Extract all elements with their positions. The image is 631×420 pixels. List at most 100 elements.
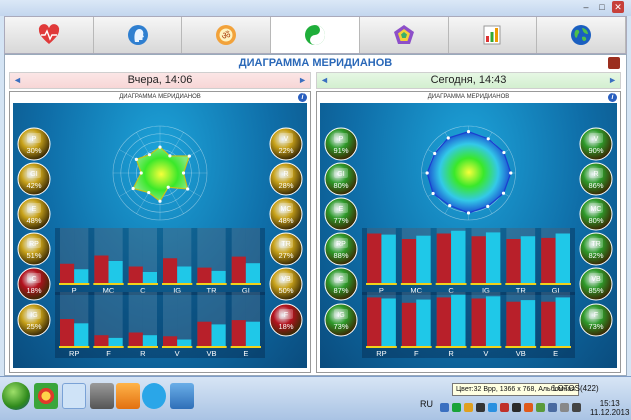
tray-icon[interactable] bbox=[452, 403, 461, 412]
chrome-icon[interactable] bbox=[34, 383, 58, 409]
tab-om[interactable]: ॐ bbox=[182, 17, 272, 53]
minimize-button[interactable]: – bbox=[580, 1, 592, 13]
radar-point bbox=[509, 171, 513, 175]
bar-left-value bbox=[541, 237, 556, 283]
bar-baseline bbox=[196, 283, 227, 285]
meridian-badge-ig[interactable]: IG 25% bbox=[17, 303, 51, 337]
tray-icon[interactable] bbox=[476, 403, 485, 412]
bar-left-value bbox=[60, 319, 75, 346]
bar-right-value bbox=[451, 294, 466, 346]
clock-time: 15:13 bbox=[599, 399, 620, 408]
tab-heart[interactable] bbox=[5, 17, 94, 53]
language-indicator[interactable]: RU bbox=[420, 399, 433, 409]
meridian-badge-label: F bbox=[284, 312, 288, 319]
arrow-right-icon[interactable]: ► bbox=[298, 73, 307, 88]
tray-icon[interactable] bbox=[488, 403, 497, 412]
bar-left-value bbox=[436, 233, 452, 283]
meridian-badge-v[interactable]: V 22% bbox=[269, 127, 303, 161]
meridian-badge-tr[interactable]: TR 82% bbox=[579, 232, 613, 266]
bar-baseline bbox=[230, 283, 261, 285]
close-button[interactable]: ✕ bbox=[612, 1, 624, 13]
info-icon[interactable]: i bbox=[608, 93, 617, 102]
tray-icon[interactable] bbox=[512, 403, 521, 412]
meridian-badge-p[interactable]: P 91% bbox=[324, 127, 358, 161]
book-icon[interactable] bbox=[608, 57, 620, 69]
start-button[interactable] bbox=[2, 382, 30, 410]
tab-chart[interactable] bbox=[449, 17, 538, 53]
tray-icon[interactable] bbox=[500, 403, 509, 412]
meridian-badge-gi[interactable]: GI 80% bbox=[324, 162, 358, 196]
skype-icon[interactable] bbox=[142, 383, 166, 409]
meridian-badge-vb[interactable]: VB 85% bbox=[579, 267, 613, 301]
tab-globe[interactable] bbox=[537, 17, 627, 53]
bar-right-value bbox=[177, 266, 192, 283]
meridian-badge-r[interactable]: R 28% bbox=[269, 162, 303, 196]
bar-left-value bbox=[506, 301, 521, 346]
meridian-badge-v[interactable]: V 90% bbox=[579, 127, 613, 161]
meridian-badge-rp[interactable]: RP 51% bbox=[17, 232, 51, 266]
bar-right-value bbox=[177, 339, 192, 346]
meridian-chart: P 30% GI 42% E 48% RP 51% C 18% IG 25% V 22% R 28% MC 48%… bbox=[17, 125, 303, 358]
device-app-icon[interactable] bbox=[90, 383, 114, 409]
meridian-badge-disc bbox=[324, 232, 358, 266]
bar-baseline bbox=[196, 346, 227, 348]
head-profile-icon bbox=[127, 25, 148, 45]
maximize-button[interactable]: □ bbox=[596, 1, 608, 13]
bar-right-value bbox=[108, 261, 123, 283]
meridian-badge-disc bbox=[324, 127, 358, 161]
meridian-badge-r[interactable]: R 86% bbox=[579, 162, 613, 196]
info-icon[interactable]: i bbox=[298, 93, 307, 102]
bar-right-value bbox=[416, 299, 431, 346]
meridian-badge-c[interactable]: C 87% bbox=[324, 267, 358, 301]
meridian-badge-f[interactable]: F 18% bbox=[269, 303, 303, 337]
meridian-badge-c[interactable]: C 18% bbox=[17, 267, 51, 301]
meridian-diagram-window: ДИАГРАММА МЕРИДИАНОВ ◄ Вчера, 14:06 ► ◄ … bbox=[4, 54, 627, 376]
globe-app-icon[interactable] bbox=[62, 383, 86, 409]
bar-label: VB bbox=[206, 349, 216, 358]
tray-icon[interactable] bbox=[440, 403, 449, 412]
tray-icon[interactable] bbox=[464, 403, 473, 412]
meridian-badge-gi[interactable]: GI 42% bbox=[17, 162, 51, 196]
meridian-badge-vb[interactable]: VB 50% bbox=[269, 267, 303, 301]
bar-baseline bbox=[435, 346, 467, 348]
tab-meridians[interactable] bbox=[271, 17, 360, 53]
meridian-badge-disc bbox=[324, 162, 358, 196]
tray-icon[interactable] bbox=[560, 403, 569, 412]
bar-baseline bbox=[127, 346, 158, 348]
tab-pentagon[interactable] bbox=[360, 17, 449, 53]
meridian-badge-ig[interactable]: IG 73% bbox=[324, 303, 358, 337]
meridian-badge-tr[interactable]: TR 27% bbox=[269, 232, 303, 266]
svg-text:ॐ: ॐ bbox=[222, 30, 231, 42]
tray-icon[interactable] bbox=[536, 403, 545, 412]
meridian-badge-disc bbox=[269, 162, 303, 196]
arrow-left-icon[interactable]: ◄ bbox=[320, 73, 329, 88]
meridian-badge-disc bbox=[17, 303, 51, 337]
meridian-badge-value: 73% bbox=[333, 322, 348, 331]
tray-icon[interactable] bbox=[548, 403, 557, 412]
radar-point bbox=[466, 211, 471, 215]
meridian-badge-f[interactable]: F 73% bbox=[579, 303, 613, 337]
meridian-badge-e[interactable]: E 77% bbox=[324, 197, 358, 231]
bar-baseline bbox=[400, 283, 432, 285]
arrow-right-icon[interactable]: ► bbox=[608, 73, 617, 88]
tray-icon[interactable] bbox=[524, 403, 533, 412]
window-app-icon[interactable] bbox=[170, 383, 194, 409]
clock[interactable]: 15:13 11.12.2013 bbox=[590, 399, 629, 417]
meridian-badge-rp[interactable]: RP 88% bbox=[324, 232, 358, 266]
meridian-badge-disc bbox=[269, 303, 303, 337]
meridian-badge-p[interactable]: P 30% bbox=[17, 127, 51, 161]
arrow-left-icon[interactable]: ◄ bbox=[13, 73, 22, 88]
media-player-icon[interactable] bbox=[116, 383, 140, 409]
bar-right-value bbox=[485, 296, 501, 346]
meridian-badge-label: C bbox=[338, 276, 343, 283]
radar-point bbox=[139, 171, 143, 175]
tab-head[interactable] bbox=[94, 17, 183, 53]
meridian-badge-mc[interactable]: MC 80% bbox=[579, 197, 613, 231]
speaker-icon[interactable] bbox=[572, 403, 581, 412]
meridian-badge-e[interactable]: E 48% bbox=[17, 197, 51, 231]
bar-label: V bbox=[175, 349, 180, 358]
meridian-badge-mc[interactable]: MC 48% bbox=[269, 197, 303, 231]
meridian-badge-label: V bbox=[284, 136, 289, 143]
meridian-badge-label: GI bbox=[337, 171, 344, 178]
bar-right-value bbox=[555, 297, 570, 346]
